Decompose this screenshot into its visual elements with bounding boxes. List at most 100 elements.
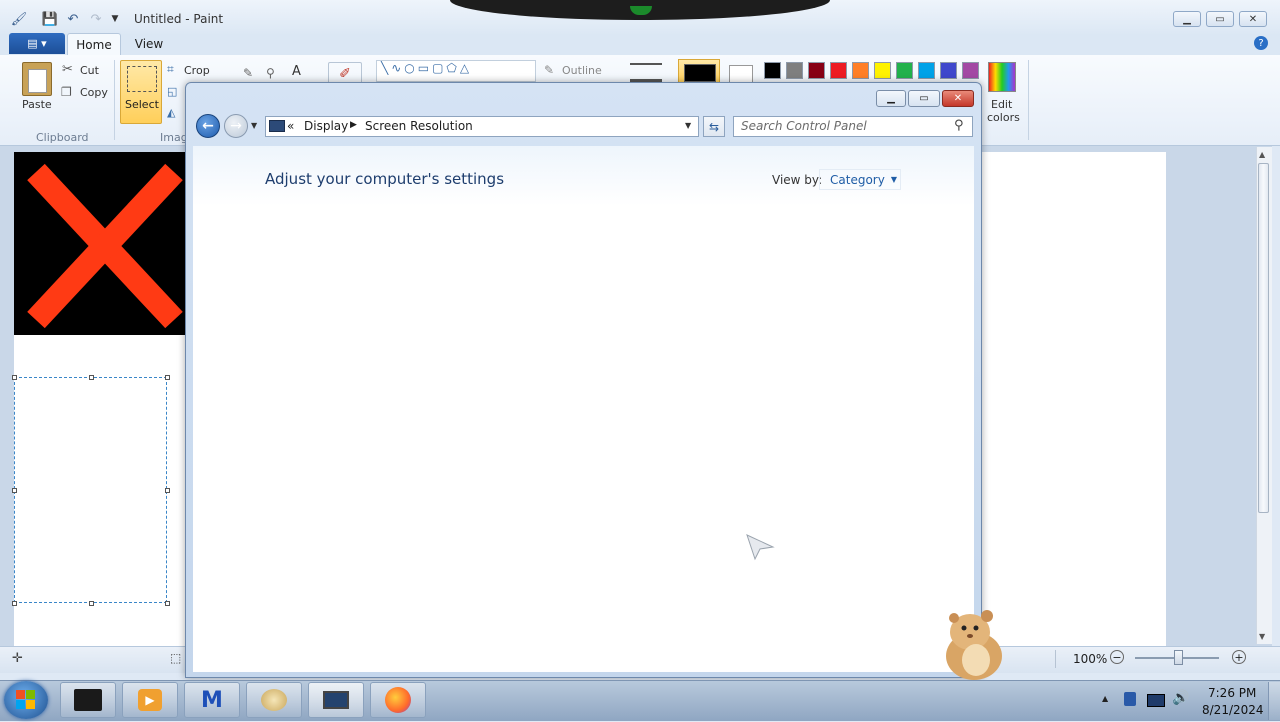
cut-button[interactable]: Cut [80, 64, 99, 77]
close-button[interactable]: ✕ [1239, 11, 1267, 27]
selection-handle[interactable] [89, 375, 94, 380]
paint-icon [261, 689, 287, 711]
size-icon[interactable] [630, 63, 662, 82]
view-by-label: View by: [772, 173, 823, 187]
selection-handle[interactable] [165, 488, 170, 493]
palette-swatch[interactable] [896, 62, 913, 79]
palette-swatch[interactable] [786, 62, 803, 79]
taskbar-item-firefox[interactable] [370, 682, 426, 718]
selection-handle[interactable] [12, 375, 17, 380]
breadcrumb-overflow[interactable]: « [287, 119, 294, 133]
outline-icon[interactable]: ✎ [544, 63, 554, 77]
palette-swatch[interactable] [874, 62, 891, 79]
palette-swatch[interactable] [918, 62, 935, 79]
paste-icon[interactable] [22, 62, 52, 96]
selection-handle[interactable] [165, 375, 170, 380]
terminal-icon [74, 689, 102, 711]
fill-icon[interactable]: ⚲ [266, 66, 275, 80]
show-desktop-button[interactable] [1268, 682, 1280, 720]
crop-button[interactable]: Crop [184, 64, 210, 77]
taskbar-item-terminal[interactable] [60, 682, 116, 718]
cp-close-button[interactable]: ✕ [942, 90, 974, 107]
breadcrumb-screen-resolution[interactable]: Screen Resolution [365, 119, 473, 133]
help-icon[interactable]: ? [1254, 36, 1268, 50]
back-button[interactable]: ← [196, 114, 220, 138]
text-tool-icon[interactable]: A [292, 64, 301, 79]
taskbar-item-media-player[interactable]: ▶ [122, 682, 178, 718]
redo-icon[interactable]: ↷ [87, 10, 105, 28]
cp-minimize-button[interactable]: ▁ [876, 90, 906, 107]
selection-handle[interactable] [89, 601, 94, 606]
cp-maximize-button[interactable]: ▭ [908, 90, 940, 107]
scissors-icon[interactable]: ✂ [62, 62, 73, 77]
scroll-up-icon[interactable]: ▲ [1259, 150, 1265, 159]
palette-swatch[interactable] [808, 62, 825, 79]
selection-handle[interactable] [12, 488, 17, 493]
edit-colors-label-2[interactable]: colors [987, 111, 1020, 124]
zoom-slider-thumb[interactable] [1174, 650, 1183, 665]
tray-security-icon[interactable] [1124, 692, 1136, 706]
color1-button[interactable] [678, 59, 720, 83]
palette-swatch[interactable] [764, 62, 781, 79]
chevron-down-icon: ▼ [890, 175, 897, 184]
taskbar-item-paint[interactable] [246, 682, 302, 718]
selection-handle[interactable] [12, 601, 17, 606]
taskbar-item-control-panel[interactable] [308, 682, 364, 718]
zoom-out-button[interactable]: − [1110, 650, 1124, 664]
breadcrumb-display[interactable]: Display [304, 119, 348, 133]
mouse-cursor-icon [745, 533, 775, 564]
search-icon[interactable]: ⚲ [954, 118, 964, 133]
taskbar-item-malwarebytes[interactable]: M [184, 682, 240, 718]
shapes-gallery[interactable]: ╲∿○▭▢⬠△ [376, 60, 536, 82]
clock-time[interactable]: 7:26 PM [1208, 686, 1256, 700]
select-button[interactable]: Select [120, 60, 162, 124]
color2-button[interactable] [729, 65, 753, 83]
recent-pages-icon[interactable]: ▼ [251, 121, 257, 130]
outline-dropdown[interactable]: Outline [562, 64, 602, 77]
scrollbar-thumb[interactable] [1258, 163, 1269, 513]
breadcrumb-arrow-icon[interactable]: ▶ [350, 120, 357, 130]
search-placeholder: Search Control Panel [741, 119, 867, 133]
zoom-in-button[interactable]: + [1232, 650, 1246, 664]
palette-swatch[interactable] [830, 62, 847, 79]
clock-date[interactable]: 8/21/2024 [1202, 703, 1264, 717]
start-button[interactable] [4, 681, 48, 719]
save-icon[interactable]: 💾 [41, 10, 59, 28]
edit-colors-label-1[interactable]: Edit [991, 98, 1012, 111]
selection-handle[interactable] [165, 601, 170, 606]
crop-icon[interactable]: ⌗ [167, 62, 174, 77]
paste-button[interactable]: Paste [22, 98, 52, 111]
control-panel-icon [269, 120, 285, 132]
palette-swatch[interactable] [852, 62, 869, 79]
copy-button[interactable]: Copy [80, 86, 108, 99]
pencil-icon[interactable]: ✎ [243, 66, 253, 80]
display-icon [323, 691, 349, 709]
edit-colors-icon[interactable] [988, 62, 1016, 92]
view-by-dropdown[interactable]: Category ▼ [819, 169, 901, 190]
customize-quick-access-icon[interactable]: ▼ [106, 10, 124, 28]
maximize-button[interactable]: ▭ [1206, 11, 1234, 27]
file-menu-button[interactable]: ▤ ▾ [9, 33, 65, 54]
refresh-button[interactable]: ⇆ [703, 116, 725, 137]
hamster-sticker [940, 606, 1006, 680]
status-separator [1055, 650, 1056, 668]
show-hidden-icons[interactable]: ▲ [1102, 694, 1108, 703]
resize-icon[interactable]: ◱ [167, 85, 177, 98]
tab-view[interactable]: View [126, 33, 172, 55]
tray-network-icon[interactable] [1147, 694, 1165, 707]
copy-icon[interactable]: ❐ [61, 85, 72, 99]
palette-swatch[interactable] [940, 62, 957, 79]
address-dropdown-icon[interactable]: ▼ [685, 121, 691, 130]
rotate-icon[interactable]: ◭ [167, 106, 175, 119]
forward-button[interactable]: → [224, 114, 248, 138]
tray-volume-icon[interactable]: 🔊 [1172, 690, 1189, 706]
scroll-down-icon[interactable]: ▼ [1259, 632, 1265, 641]
paint-app-icon[interactable]: 🖌 [10, 10, 28, 28]
palette-swatch[interactable] [962, 62, 979, 79]
window-title: Untitled - Paint [134, 12, 224, 26]
clipboard-group-label: Clipboard [36, 131, 89, 144]
tab-home[interactable]: Home [67, 33, 121, 55]
undo-icon[interactable]: ↶ [64, 10, 82, 28]
minimize-button[interactable]: ▁ [1173, 11, 1201, 27]
selection-rectangle[interactable] [14, 377, 167, 603]
